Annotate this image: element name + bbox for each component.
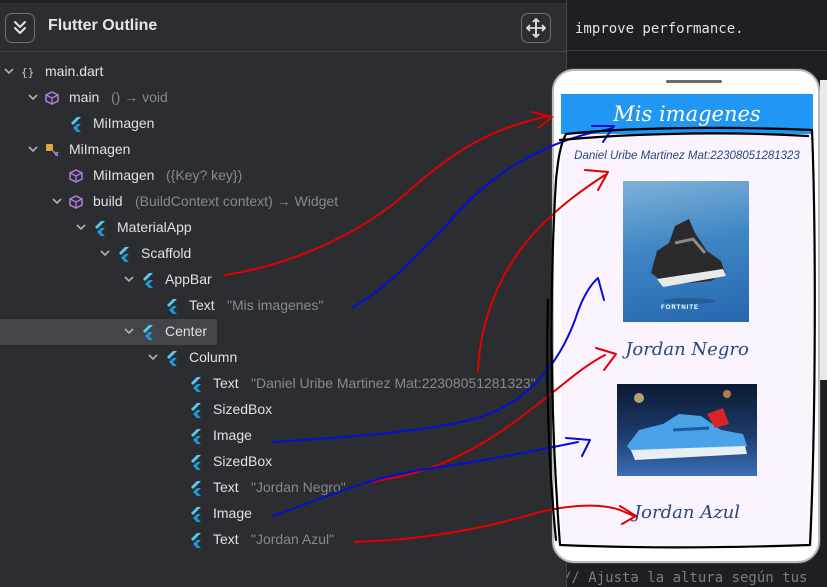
tree-row-label: MiImagen (93, 167, 155, 183)
tree-row-label: Center (165, 323, 208, 339)
tree-row-detail: (BuildContext context) → Widget (135, 193, 339, 209)
flutter-icon (95, 221, 105, 236)
tree-row-detail: () → void (111, 89, 168, 105)
panel-title: Flutter Outline (48, 17, 158, 34)
move-arrows-icon (526, 18, 546, 38)
right-edge-strip (820, 80, 827, 380)
tree-row-text[interactable]: Text "Mis imagenes" (0, 293, 566, 319)
tree-row-text[interactable]: Text "Jordan Negro" (0, 475, 566, 501)
flutter-icon (191, 377, 201, 392)
chevron-down-icon[interactable] (122, 272, 136, 286)
caption-jordan-negro: Jordan Negro (625, 339, 749, 360)
app-bar-title: Mis imagenes (613, 102, 761, 126)
flutter-icon (143, 273, 153, 288)
tree-row-image[interactable]: Image (0, 501, 566, 527)
tree-row-miimagen[interactable]: MiImagen (0, 111, 566, 137)
flutter-icon (191, 481, 201, 496)
flutter-icon (167, 299, 177, 314)
app-body: Daniel Uribe Martinez Mat:22308051281323… (561, 134, 813, 546)
braces-icon: {} (21, 66, 34, 79)
tree-row-sizedbox[interactable]: SizedBox (0, 397, 566, 423)
tree-row-label: Scaffold (141, 245, 192, 261)
tree-row-detail: ({Key? key}) (166, 167, 243, 183)
chevron-down-icon[interactable] (98, 246, 112, 260)
tree-row-center[interactable]: Center (0, 319, 217, 345)
flutter-icon (191, 429, 201, 444)
flutter-icon (119, 247, 129, 262)
tree-row-text[interactable]: Text "Jordan Azul" (0, 527, 566, 553)
tree-row-materialapp[interactable]: MaterialApp (0, 215, 566, 241)
flutter-icon (191, 533, 201, 548)
class-icon (46, 144, 59, 157)
app-bar: Mis imagenes (561, 94, 813, 134)
collapse-all-button[interactable] (5, 13, 35, 43)
tree-row-label: MiImagen (69, 141, 131, 157)
tree-row-image[interactable]: Image (0, 423, 566, 449)
tree-row-label: Image (213, 427, 252, 443)
tree-row-main.dart[interactable]: {} main.dart (0, 59, 566, 85)
tree-row-label: Image (213, 505, 252, 521)
chevron-down-icon[interactable] (26, 90, 40, 104)
chevron-down-icon[interactable] (26, 142, 40, 156)
tree-row-sizedbox[interactable]: SizedBox (0, 449, 566, 475)
tree-row-label: main (69, 89, 100, 105)
tree-row-label: Column (189, 349, 238, 365)
chevron-down-icon[interactable] (122, 324, 136, 338)
chevron-down-icon[interactable] (146, 350, 160, 364)
tree-row-column[interactable]: Column (0, 345, 566, 371)
author-text: Daniel Uribe Martinez Mat:22308051281323 (574, 150, 800, 162)
blue-sneaker-icon (627, 390, 747, 460)
tree-row-label: build (93, 193, 123, 209)
tree-row-label: Text (213, 375, 239, 391)
svg-text:{}: {} (21, 66, 34, 79)
flutter-icon (71, 117, 81, 132)
flutter-icon (191, 507, 201, 522)
tree-row-appbar[interactable]: AppBar (0, 267, 566, 293)
tree-row-detail: "Daniel Uribe Martinez Mat:2230805128132… (251, 375, 536, 391)
tree-row-label: SizedBox (213, 401, 273, 417)
jordan-black-image: FORTNITE (623, 181, 749, 322)
flutter-icon (191, 455, 201, 470)
flutter-icon (143, 325, 153, 340)
caption-jordan-azul: Jordan Azul (633, 502, 741, 523)
cube-icon (69, 195, 83, 209)
tree-row-label: AppBar (165, 271, 212, 287)
tree-row-label: MiImagen (93, 115, 155, 131)
tree-row-label: main.dart (45, 63, 104, 79)
chevron-down-icon[interactable] (74, 220, 88, 234)
tree-row-label: Text (213, 479, 239, 495)
tree-row-label: Text (213, 531, 239, 547)
phone-preview: Mis imagenes Daniel Uribe Martinez Mat:2… (552, 69, 820, 563)
tree-row-label: Text (189, 297, 215, 313)
panel-header: Flutter Outline (0, 3, 566, 52)
tree-row-scaffold[interactable]: Scaffold (0, 241, 566, 267)
flutter-icon (191, 403, 201, 418)
chevron-down-icon[interactable] (2, 64, 16, 78)
tree-row-label: MaterialApp (117, 219, 192, 235)
flutter-icon (167, 351, 177, 366)
jordan-blue-image (617, 384, 757, 476)
cube-icon (45, 91, 59, 105)
cube-icon (69, 169, 83, 183)
tree-row-detail: "Jordan Negro" (251, 479, 346, 495)
tree-row-miimagen[interactable]: MiImagen ({Key? key}) (0, 163, 566, 189)
tree-row-text[interactable]: Text "Daniel Uribe Martinez Mat:223080512… (0, 371, 566, 397)
flutter-outline-panel: Flutter Outline {} main.dart main () → void… (0, 0, 567, 587)
move-panel-button[interactable] (521, 13, 551, 43)
tree-row-detail: "Mis imagenes" (227, 297, 324, 313)
double-chevron-down-icon (14, 21, 26, 34)
code-line-top: improve performance. (575, 21, 744, 37)
fortnite-watermark: FORTNITE (661, 305, 699, 311)
phone-speaker (666, 80, 722, 83)
black-sneaker-icon (651, 219, 726, 304)
tree-row-build[interactable]: build (BuildContext context) → Widget (0, 189, 566, 215)
tree-row-miimagen[interactable]: MiImagen (0, 137, 566, 163)
tree-row-main[interactable]: main () → void (0, 85, 566, 111)
editor-divider (566, 50, 827, 51)
tree-row-label: SizedBox (213, 453, 273, 469)
code-line-bottom: // Ajusta la altura según tus (563, 570, 808, 586)
tree-row-detail: "Jordan Azul" (251, 531, 335, 547)
chevron-down-icon[interactable] (50, 194, 64, 208)
